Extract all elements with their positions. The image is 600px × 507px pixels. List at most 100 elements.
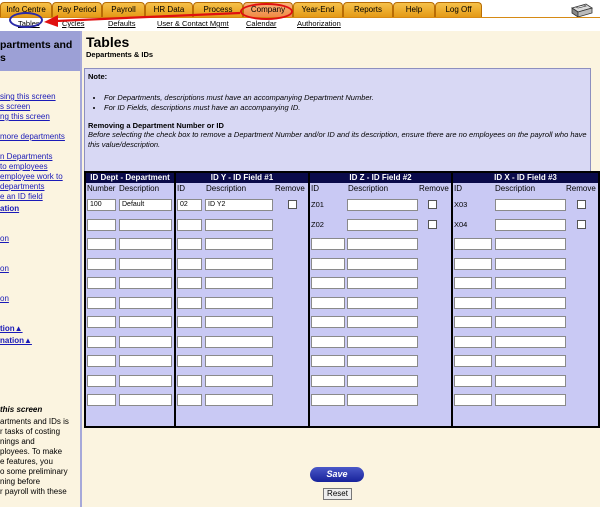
idz-description-input[interactable] (347, 257, 418, 270)
idx-description-input[interactable] (495, 316, 566, 328)
idz-remove-checkbox[interactable] (428, 219, 437, 229)
idy-description-input[interactable] (205, 238, 273, 250)
tab-help[interactable]: Help (393, 2, 435, 17)
tab-year-end[interactable]: Year-End (293, 2, 343, 17)
idz-description-input[interactable] (347, 238, 418, 250)
tab-log-off[interactable]: Log Off (435, 2, 482, 17)
subnav-authorization[interactable]: Authorization (297, 19, 341, 28)
idz-id-input[interactable] (311, 238, 345, 250)
dept-description-input[interactable] (119, 257, 172, 270)
dept-description-input[interactable] (119, 394, 172, 406)
save-button[interactable]: Save (310, 467, 364, 482)
idz-description-input[interactable] (347, 277, 418, 289)
dept-number-input[interactable] (87, 394, 116, 406)
idx-description-input[interactable] (495, 277, 566, 289)
idy-id-input[interactable] (177, 218, 202, 231)
idx-description-input[interactable] (495, 335, 566, 348)
printer-icon[interactable] (566, 2, 594, 18)
sidebar-link[interactable]: nation▲ (0, 336, 32, 345)
sidebar-link[interactable]: ation (0, 204, 19, 213)
dept-number-input[interactable] (87, 374, 116, 387)
sidebar-link[interactable]: e an ID field (0, 192, 43, 201)
idy-description-input[interactable] (205, 257, 273, 270)
dept-description-input[interactable] (119, 335, 172, 348)
idy-id-input[interactable] (177, 355, 202, 367)
idy-description-input[interactable] (205, 355, 273, 367)
idy-description-input[interactable] (205, 296, 273, 309)
tab-pay-period[interactable]: Pay Period (52, 2, 102, 17)
dept-description-input[interactable] (119, 316, 172, 328)
dept-number-input[interactable] (87, 355, 116, 367)
dept-number-input[interactable] (87, 335, 116, 348)
tab-process[interactable]: Process (193, 2, 243, 17)
idx-id-input[interactable] (454, 374, 492, 387)
subnav-cycles[interactable]: Cycles (62, 19, 85, 28)
dept-description-input[interactable]: Default (119, 199, 172, 211)
idx-id-input[interactable] (454, 335, 492, 348)
dept-number-input[interactable] (87, 257, 116, 270)
idz-description-input[interactable] (347, 394, 418, 406)
sidebar-link[interactable]: n Departments (0, 152, 52, 161)
idx-id-input[interactable] (454, 257, 492, 270)
sidebar-link[interactable]: to employees (0, 162, 48, 171)
dept-number-input[interactable] (87, 296, 116, 309)
sidebar-link[interactable]: ng this screen (0, 112, 50, 121)
idy-id-input[interactable]: 02 (177, 199, 202, 211)
sidebar-link[interactable]: tion▲ (0, 324, 23, 333)
idx-id-input[interactable] (454, 394, 492, 406)
idx-id-input[interactable] (454, 355, 492, 367)
idz-id-input[interactable] (311, 355, 345, 367)
idx-description-input[interactable] (495, 394, 566, 406)
idz-description-input[interactable] (347, 316, 418, 328)
idx-id-input[interactable] (454, 296, 492, 309)
idy-id-input[interactable] (177, 316, 202, 328)
idz-description-input[interactable] (347, 199, 418, 211)
idx-description-input[interactable] (495, 355, 566, 367)
sidebar-link[interactable]: on (0, 294, 9, 303)
idy-id-input[interactable] (177, 335, 202, 348)
tab-hr-data[interactable]: HR Data (145, 2, 193, 17)
tab-reports[interactable]: Reports (343, 2, 393, 17)
idy-description-input[interactable] (205, 218, 273, 231)
sidebar-link[interactable]: departments (0, 182, 44, 191)
idz-description-input[interactable] (347, 355, 418, 367)
idz-id-input[interactable] (311, 394, 345, 406)
idz-id-input[interactable] (311, 277, 345, 289)
sidebar-link[interactable]: sing this screen (0, 92, 56, 101)
reset-button[interactable]: Reset (323, 488, 352, 500)
tab-payroll[interactable]: Payroll (102, 2, 145, 17)
idy-id-input[interactable] (177, 277, 202, 289)
idx-description-input[interactable] (495, 199, 566, 211)
subnav-user-contact-mgmt[interactable]: User & Contact Mgmt (157, 19, 229, 28)
idx-description-input[interactable] (495, 374, 566, 387)
idx-description-input[interactable] (495, 238, 566, 250)
dept-number-input[interactable] (87, 277, 116, 289)
idx-description-input[interactable] (495, 296, 566, 309)
dept-description-input[interactable] (119, 218, 172, 231)
subnav-calendar[interactable]: Calendar (246, 19, 276, 28)
sidebar-link[interactable]: on (0, 234, 9, 243)
idz-description-input[interactable] (347, 296, 418, 309)
idx-remove-checkbox[interactable] (577, 219, 586, 229)
idy-description-input[interactable] (205, 335, 273, 348)
subnav-defaults[interactable]: Defaults (108, 19, 136, 28)
idy-id-input[interactable] (177, 238, 202, 250)
dept-number-input[interactable]: 100 (87, 199, 116, 211)
sidebar-link[interactable]: more departments (0, 132, 65, 141)
dept-description-input[interactable] (119, 374, 172, 387)
idy-remove-checkbox[interactable] (288, 200, 297, 209)
idy-id-input[interactable] (177, 296, 202, 309)
idx-remove-checkbox[interactable] (577, 200, 586, 209)
idy-description-input[interactable] (205, 374, 273, 387)
idx-id-input[interactable] (454, 316, 492, 328)
idy-description-input[interactable] (205, 394, 273, 406)
dept-description-input[interactable] (119, 355, 172, 367)
dept-description-input[interactable] (119, 277, 172, 289)
idy-description-input[interactable]: ID Y2 (205, 199, 273, 211)
idy-id-input[interactable] (177, 374, 202, 387)
idy-id-input[interactable] (177, 394, 202, 406)
idz-description-input[interactable] (347, 335, 418, 348)
idy-id-input[interactable] (177, 257, 202, 270)
idz-id-input[interactable] (311, 374, 345, 387)
sidebar-link[interactable]: s screen (0, 102, 30, 111)
